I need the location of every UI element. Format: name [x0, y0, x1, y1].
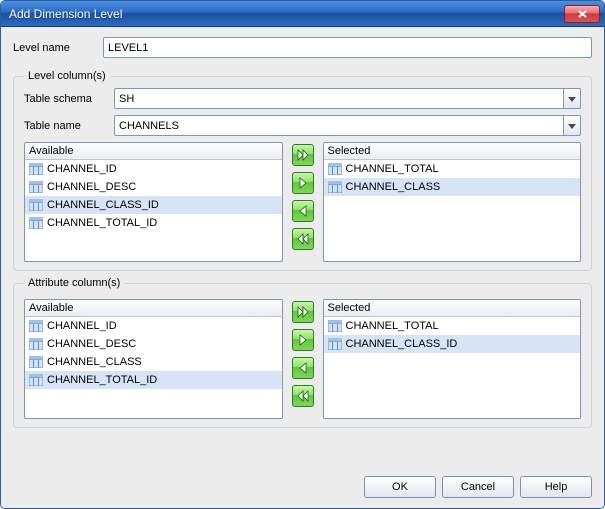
- move-all-left-button[interactable]: [292, 228, 314, 250]
- level-columns-legend: Level column(s): [24, 70, 110, 82]
- level-selected-list[interactable]: Selected CHANNEL_TOTAL CHANNEL_CLASS: [323, 142, 582, 262]
- level-selected-header: Selected: [324, 143, 581, 160]
- level-name-row: Level name: [13, 37, 592, 58]
- list-item-label: CHANNEL_ID: [47, 320, 117, 332]
- list-item[interactable]: CHANNEL_TOTAL_ID: [25, 214, 282, 232]
- table-schema-dropdown-button[interactable]: [563, 88, 581, 109]
- move-right-button[interactable]: [292, 329, 314, 351]
- attribute-available-list[interactable]: Available CHANNEL_ID CHANNEL_DESC CHANNEL_…: [24, 299, 283, 419]
- chevron-right-icon: [297, 177, 309, 189]
- list-item-label: CHANNEL_TOTAL: [346, 320, 439, 332]
- titlebar: Add Dimension Level: [1, 1, 604, 27]
- list-item-label: CHANNEL_TOTAL_ID: [47, 374, 157, 386]
- attribute-columns-picker: Available CHANNEL_ID CHANNEL_DESC CHANNEL_…: [24, 299, 581, 419]
- list-item-label: CHANNEL_DESC: [47, 338, 136, 350]
- attribute-available-header: Available: [25, 300, 282, 317]
- dialog-window: Add Dimension Level Level name Level col…: [0, 0, 605, 509]
- chevron-left-icon: [297, 362, 309, 374]
- close-button[interactable]: [564, 5, 600, 23]
- chevron-left-icon: [297, 205, 309, 217]
- list-item[interactable]: CHANNEL_CLASS: [25, 353, 282, 371]
- level-columns-group: Level column(s) Table schema Table name: [13, 70, 592, 271]
- attribute-columns-legend: Attribute column(s): [24, 277, 124, 289]
- list-item[interactable]: CHANNEL_ID: [25, 317, 282, 335]
- list-item[interactable]: CHANNEL_CLASS: [324, 178, 581, 196]
- move-all-right-button[interactable]: [292, 144, 314, 166]
- list-item[interactable]: CHANNEL_ID: [25, 160, 282, 178]
- help-button[interactable]: Help: [520, 476, 592, 498]
- level-name-label: Level name: [13, 42, 103, 54]
- column-icon: [29, 181, 43, 193]
- list-item[interactable]: CHANNEL_CLASS_ID: [25, 196, 282, 214]
- chevron-down-icon: [567, 94, 577, 104]
- list-item[interactable]: CHANNEL_TOTAL_ID: [25, 371, 282, 389]
- column-icon: [328, 181, 342, 193]
- attribute-selected-list[interactable]: Selected CHANNEL_TOTAL CHANNEL_CLASS_ID: [323, 299, 582, 419]
- list-item[interactable]: CHANNEL_CLASS_ID: [324, 335, 581, 353]
- content-area: Level name Level column(s) Table schema …: [1, 27, 604, 468]
- ok-button[interactable]: OK: [364, 476, 436, 498]
- level-move-buttons: [291, 142, 315, 262]
- chevron-right-icon: [297, 334, 309, 346]
- column-icon: [29, 217, 43, 229]
- table-name-dropdown-button[interactable]: [563, 115, 581, 136]
- attribute-move-buttons: [291, 299, 315, 419]
- level-available-list[interactable]: Available CHANNEL_ID CHANNEL_DESC CHANNEL_…: [24, 142, 283, 262]
- table-schema-combo[interactable]: [114, 88, 563, 109]
- attribute-selected-header: Selected: [324, 300, 581, 317]
- list-item-label: CHANNEL_CLASS_ID: [346, 338, 458, 350]
- chevron-double-right-icon: [297, 149, 309, 161]
- list-item[interactable]: CHANNEL_TOTAL: [324, 160, 581, 178]
- dialog-footer: OK Cancel Help: [1, 468, 604, 508]
- column-icon: [29, 374, 43, 386]
- chevron-down-icon: [567, 121, 577, 131]
- column-icon: [29, 199, 43, 211]
- column-icon: [29, 163, 43, 175]
- move-right-button[interactable]: [292, 172, 314, 194]
- list-item-label: CHANNEL_DESC: [47, 181, 136, 193]
- move-all-right-button[interactable]: [292, 301, 314, 323]
- list-item[interactable]: CHANNEL_TOTAL: [324, 317, 581, 335]
- list-item-label: CHANNEL_CLASS_ID: [47, 199, 159, 211]
- window-title: Add Dimension Level: [9, 7, 122, 21]
- column-icon: [328, 320, 342, 332]
- list-item[interactable]: CHANNEL_DESC: [25, 335, 282, 353]
- move-left-button[interactable]: [292, 200, 314, 222]
- list-item-label: CHANNEL_TOTAL_ID: [47, 217, 157, 229]
- list-item-label: CHANNEL_CLASS: [47, 356, 142, 368]
- cancel-button[interactable]: Cancel: [442, 476, 514, 498]
- column-icon: [29, 338, 43, 350]
- list-item-label: CHANNEL_ID: [47, 163, 117, 175]
- column-icon: [328, 163, 342, 175]
- table-name-label: Table name: [24, 120, 114, 132]
- column-icon: [29, 356, 43, 368]
- move-all-left-button[interactable]: [292, 385, 314, 407]
- close-icon: [577, 9, 588, 19]
- list-item-label: CHANNEL_CLASS: [346, 181, 441, 193]
- column-icon: [29, 320, 43, 332]
- table-name-combo[interactable]: [114, 115, 563, 136]
- list-item[interactable]: CHANNEL_DESC: [25, 178, 282, 196]
- level-available-header: Available: [25, 143, 282, 160]
- attribute-columns-group: Attribute column(s) Available CHANNEL_ID…: [13, 277, 592, 428]
- chevron-double-left-icon: [297, 233, 309, 245]
- move-left-button[interactable]: [292, 357, 314, 379]
- table-schema-row: Table schema: [24, 88, 581, 109]
- column-icon: [328, 338, 342, 350]
- chevron-double-right-icon: [297, 306, 309, 318]
- level-columns-picker: Available CHANNEL_ID CHANNEL_DESC CHANNEL_…: [24, 142, 581, 262]
- list-item-label: CHANNEL_TOTAL: [346, 163, 439, 175]
- table-schema-label: Table schema: [24, 93, 114, 105]
- chevron-double-left-icon: [297, 390, 309, 402]
- table-name-row: Table name: [24, 115, 581, 136]
- level-name-input[interactable]: [103, 37, 592, 58]
